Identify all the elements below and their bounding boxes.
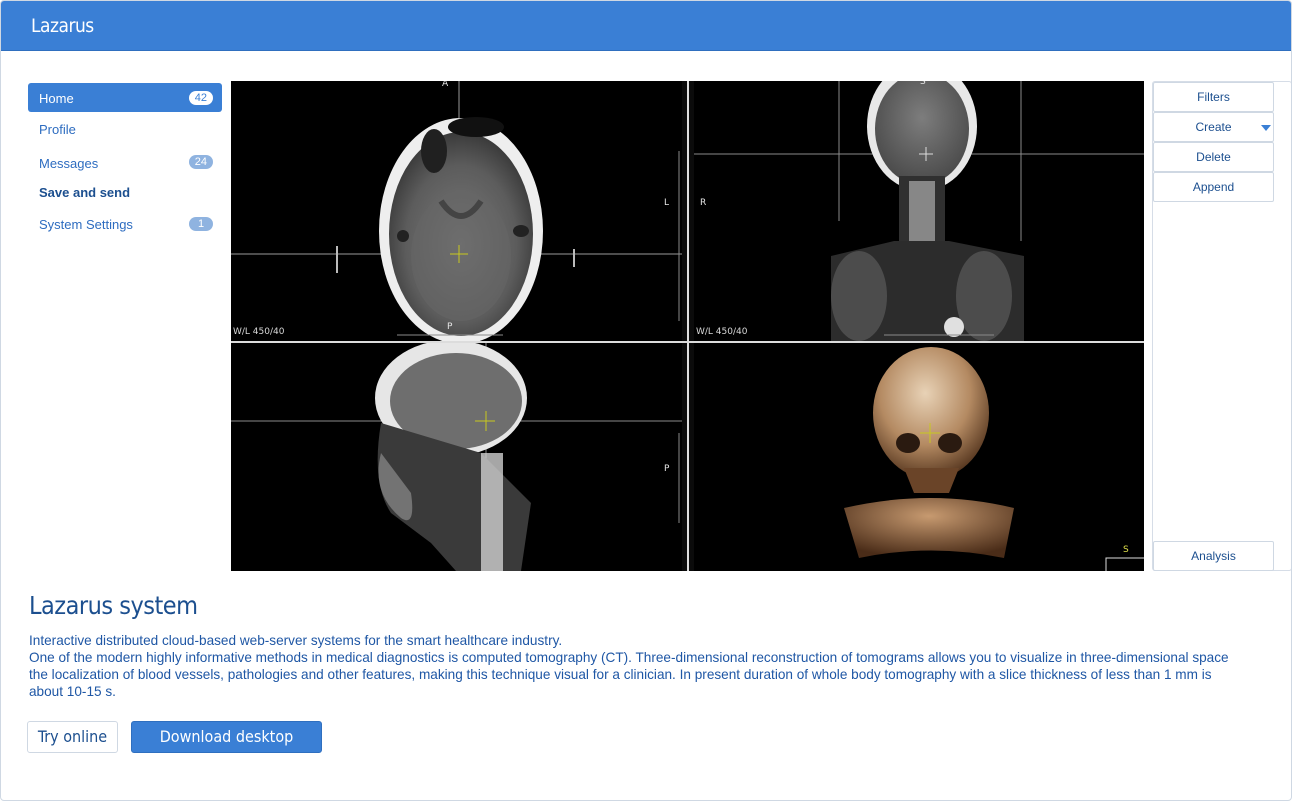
create-dropdown-button[interactable]: Create	[1153, 112, 1274, 142]
description-line-1: Interactive distributed cloud-based web-…	[29, 633, 563, 648]
sagittal-slice-image	[231, 343, 682, 571]
analysis-button[interactable]: Analysis	[1153, 541, 1274, 571]
app-frame: Lazarus Home 42 Profile Messages 24 Save…	[0, 0, 1292, 801]
brand-title[interactable]: Lazarus	[31, 15, 94, 37]
volume-render-image	[844, 347, 1144, 571]
download-desktop-button[interactable]: Download desktop version	[131, 721, 322, 776]
count-badge: 42	[188, 91, 213, 105]
try-online-button[interactable]: Try online	[27, 721, 118, 753]
create-label: Create	[1195, 120, 1232, 134]
orientation-label-side: L	[664, 198, 670, 208]
description-section: Lazarus system Interactive distributed c…	[29, 591, 1249, 700]
window-level-label: W/L 450/40	[696, 327, 748, 337]
orientation-label-corner: S	[1123, 545, 1129, 555]
sidebar-item-label: Home	[39, 91, 74, 106]
delete-label: Delete	[1196, 150, 1231, 164]
filters-label: Filters	[1197, 90, 1230, 104]
orientation-label-top: S	[443, 343, 449, 352]
coronal-view[interactable]: S R W/L 450/40	[694, 81, 1144, 341]
orientation-label-left: R	[700, 198, 707, 208]
volume-render-view[interactable]: S	[694, 343, 1144, 571]
append-label: Append	[1192, 180, 1235, 194]
sidebar-item-label: Profile	[39, 122, 76, 137]
filters-button[interactable]: Filters	[1153, 82, 1274, 112]
count-badge: 1	[189, 217, 213, 231]
vertical-splitter[interactable]	[682, 81, 694, 571]
ct-viewer[interactable]: A L P W/L 450/40 S R W/L 450/40 S P S	[231, 81, 1144, 571]
delete-button[interactable]: Delete	[1153, 142, 1274, 172]
sidebar-item-messages[interactable]: Messages 24	[28, 147, 222, 176]
sidebar-item-system-settings[interactable]: System Settings 1	[28, 211, 222, 240]
count-badge: 24	[188, 155, 213, 169]
append-button[interactable]: Append	[1153, 172, 1274, 202]
sidebar-item-home[interactable]: Home 42	[28, 83, 222, 112]
orientation-label-side: P	[664, 464, 670, 474]
sidebar-item-label: Save and send	[39, 185, 131, 200]
description-line-2: One of the modern highly informative met…	[29, 650, 1229, 699]
orientation-label-top: A	[442, 81, 449, 89]
window-level-label: W/L 450/40	[233, 327, 285, 337]
orientation-label-bottom: P	[447, 322, 453, 332]
description-text: Interactive distributed cloud-based web-…	[29, 632, 1241, 700]
sidebar-nav: Home 42 Profile Messages 24 Save and sen…	[28, 83, 222, 243]
orientation-label-top: S	[920, 81, 926, 87]
sidebar-item-save-and-send[interactable]: Save and send	[28, 179, 222, 208]
sidebar-item-profile[interactable]: Profile	[28, 115, 222, 144]
page-title: Lazarus system	[29, 591, 198, 620]
axial-view[interactable]: A L P W/L 450/40	[231, 81, 682, 341]
sagittal-view[interactable]: S P	[231, 343, 682, 571]
analysis-label: Analysis	[1191, 549, 1236, 563]
coronal-slice-image	[694, 81, 1144, 341]
tool-panel: Filters Create Delete Append Analysis	[1152, 81, 1291, 571]
horizontal-splitter[interactable]	[231, 341, 1144, 343]
sidebar-item-label: Messages	[39, 156, 99, 171]
top-navbar: Lazarus	[1, 1, 1291, 51]
chevron-down-icon	[1261, 125, 1271, 131]
sidebar-item-label: System Settings	[39, 217, 133, 232]
axial-slice-image	[231, 81, 682, 341]
